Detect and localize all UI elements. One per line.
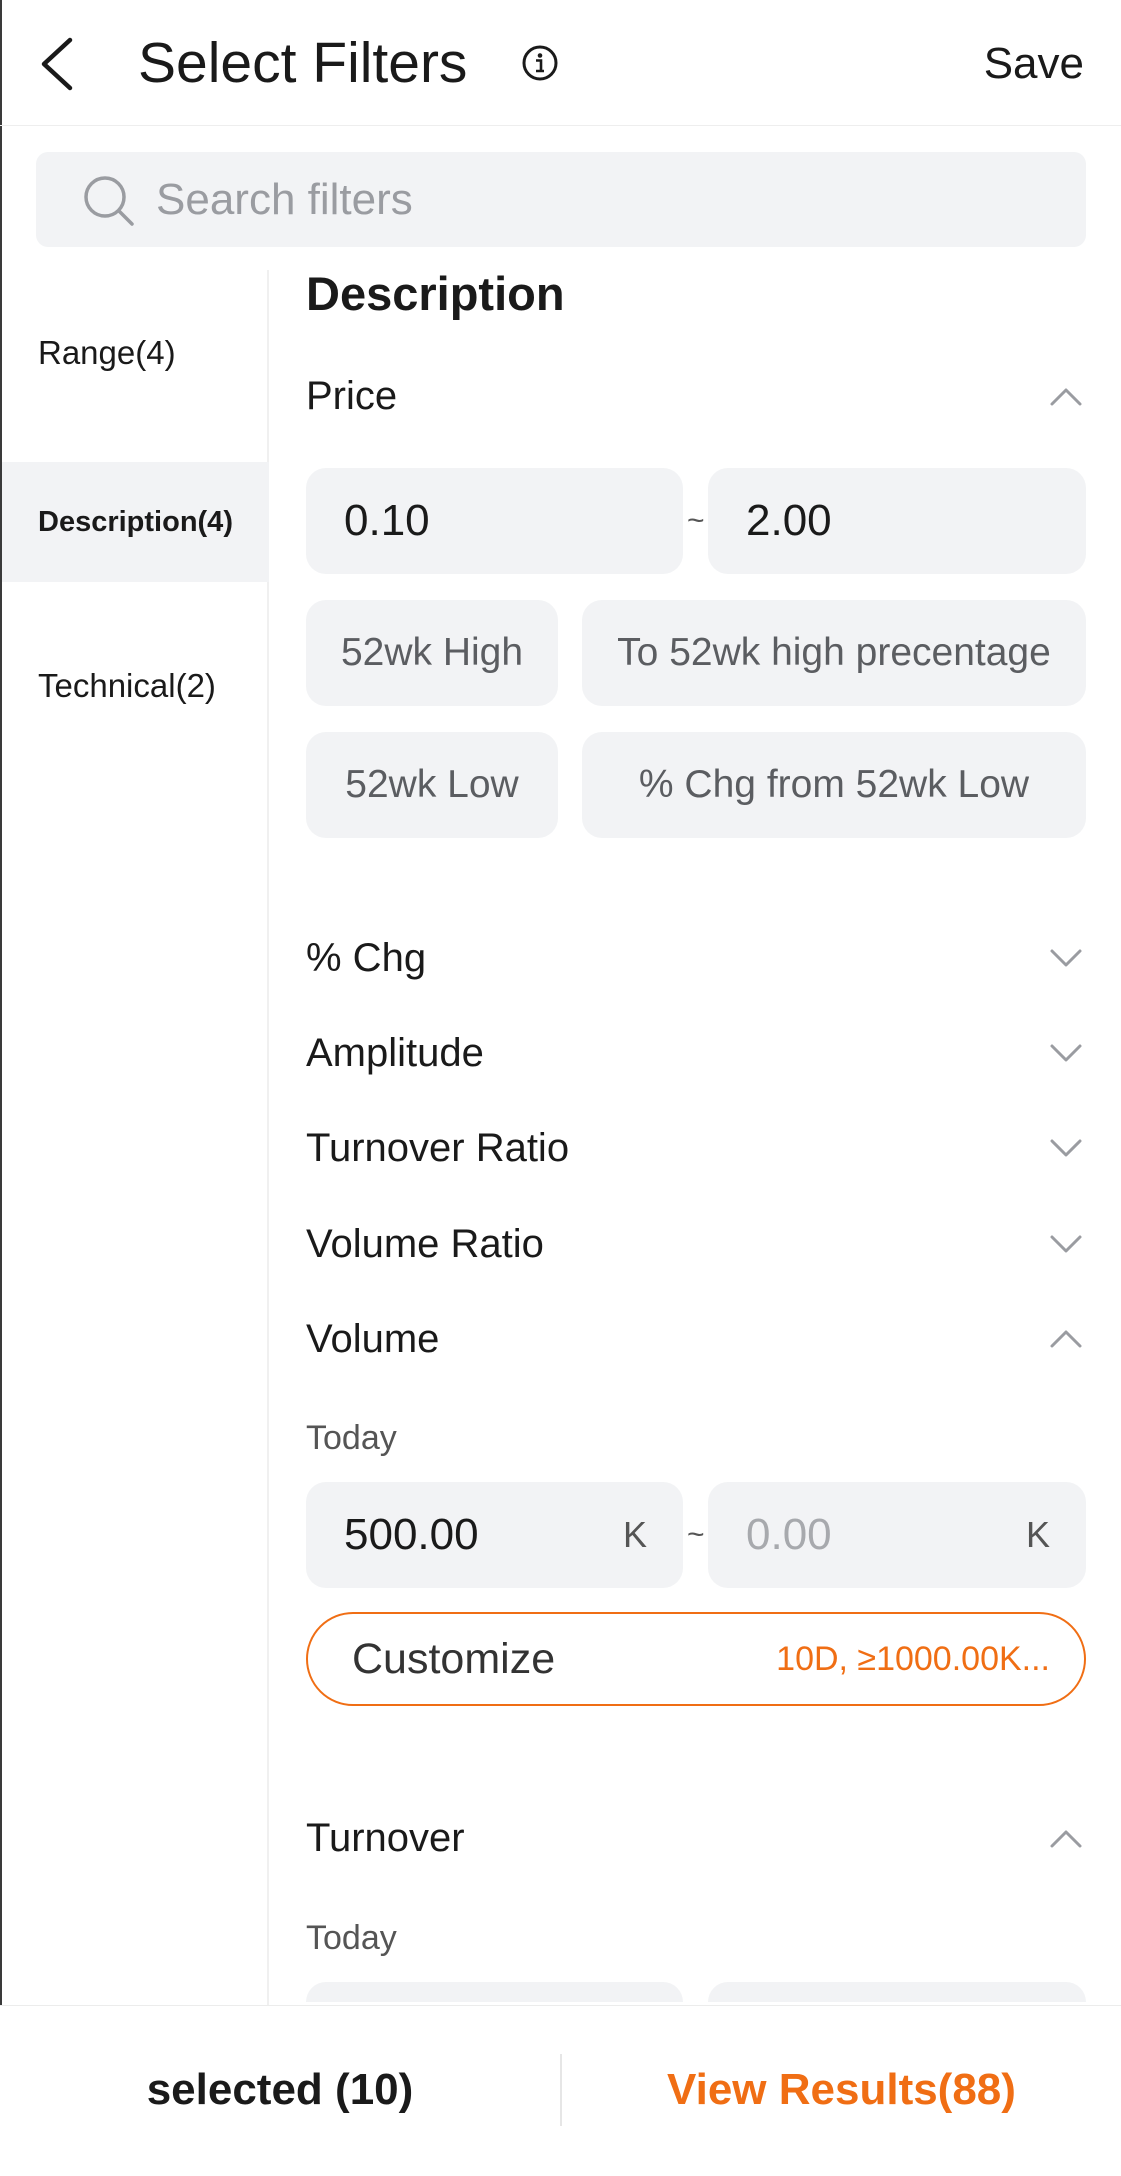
chevron-down-icon[interactable] bbox=[1046, 1128, 1086, 1168]
amplitude-row-title[interactable]: Amplitude bbox=[306, 1027, 484, 1079]
turnover-row-title[interactable]: Turnover bbox=[306, 1812, 465, 1864]
sidebar-item-description[interactable]: Description(4) bbox=[2, 462, 269, 582]
price-max-value: 2.00 bbox=[746, 496, 832, 545]
price-row-title[interactable]: Price bbox=[306, 370, 397, 422]
turnover-ratio-row-title[interactable]: Turnover Ratio bbox=[306, 1122, 569, 1174]
save-button[interactable]: Save bbox=[984, 36, 1084, 92]
chevron-down-icon[interactable] bbox=[1046, 1224, 1086, 1264]
chip-label: 52wk High bbox=[340, 631, 524, 674]
bottom-action-bar: selected (10) View Results(88) bbox=[0, 2005, 1121, 2176]
chip-to-52wk-high-percentage[interactable]: To 52wk high precentage bbox=[582, 600, 1086, 706]
sidebar-item-label: Technical(2) bbox=[38, 667, 216, 704]
sidebar-item-range[interactable]: Range(4) bbox=[2, 293, 269, 413]
volume-max-input[interactable]: 0.00 K bbox=[708, 1482, 1086, 1588]
sidebar-item-label: Range(4) bbox=[38, 334, 176, 371]
volume-min-input[interactable]: 500.00 K bbox=[306, 1482, 683, 1588]
info-icon[interactable] bbox=[520, 43, 560, 83]
chip-label: 52wk Low bbox=[345, 763, 519, 806]
chip-52wk-high[interactable]: 52wk High bbox=[306, 600, 558, 706]
chevron-up-icon[interactable] bbox=[1046, 1818, 1086, 1858]
price-max-input[interactable]: 2.00 bbox=[708, 468, 1086, 574]
chevron-up-icon[interactable] bbox=[1046, 376, 1086, 416]
chip-label: % Chg from 52wk Low bbox=[638, 763, 1030, 806]
sidebar-item-technical[interactable]: Technical(2) bbox=[2, 626, 269, 746]
chevron-up-icon[interactable] bbox=[1046, 1318, 1086, 1358]
customize-label: Customize bbox=[352, 1635, 556, 1683]
sidebar-item-label: Description(4) bbox=[38, 506, 233, 538]
turnover-max-input[interactable] bbox=[708, 1982, 1086, 2002]
turnover-min-input[interactable] bbox=[306, 1982, 683, 2002]
chip-52wk-low[interactable]: 52wk Low bbox=[306, 732, 558, 838]
chevron-down-icon[interactable] bbox=[1046, 938, 1086, 978]
chip-label: To 52wk high precentage bbox=[617, 631, 1051, 674]
volume-max-placeholder: 0.00 bbox=[746, 1510, 832, 1559]
volume-max-unit: K bbox=[1025, 1514, 1050, 1555]
customize-summary: 10D, ≥1000.00K... bbox=[776, 1640, 1050, 1678]
chevron-down-icon[interactable] bbox=[1046, 1033, 1086, 1073]
search-icon bbox=[82, 174, 136, 228]
search-bar[interactable] bbox=[36, 152, 1086, 247]
turnover-period-label: Today bbox=[306, 1919, 397, 1957]
price-min-input[interactable]: 0.10 bbox=[306, 468, 683, 574]
volume-min-value: 500.00 bbox=[344, 1510, 479, 1559]
section-title: Description bbox=[306, 267, 565, 320]
customize-button[interactable]: Customize 10D, ≥1000.00K... bbox=[306, 1612, 1086, 1706]
filter-content: Description Price 0.10 ~ 2.00 52wk High … bbox=[306, 262, 1086, 2002]
price-min-value: 0.10 bbox=[344, 496, 430, 545]
range-separator: ~ bbox=[687, 504, 705, 537]
page-title: Select Filters bbox=[138, 31, 468, 95]
chg-row-title[interactable]: % Chg bbox=[306, 932, 426, 984]
chip-chg-from-52wk-low[interactable]: % Chg from 52wk Low bbox=[582, 732, 1086, 838]
volume-row-title[interactable]: Volume bbox=[306, 1313, 439, 1365]
range-separator: ~ bbox=[687, 1518, 705, 1551]
selected-count-button[interactable]: selected (10) bbox=[0, 2006, 560, 2174]
volume-min-unit: K bbox=[622, 1514, 647, 1555]
view-results-button[interactable]: View Results(88) bbox=[562, 2006, 1121, 2174]
header: Select Filters Save bbox=[0, 0, 1121, 126]
category-sidebar: Range(4) Description(4) Technical(2) bbox=[2, 270, 269, 2005]
search-input[interactable] bbox=[156, 170, 1056, 230]
volume-period-label: Today bbox=[306, 1419, 397, 1457]
volume-ratio-row-title[interactable]: Volume Ratio bbox=[306, 1218, 544, 1270]
chevron-left-icon[interactable] bbox=[36, 36, 80, 92]
